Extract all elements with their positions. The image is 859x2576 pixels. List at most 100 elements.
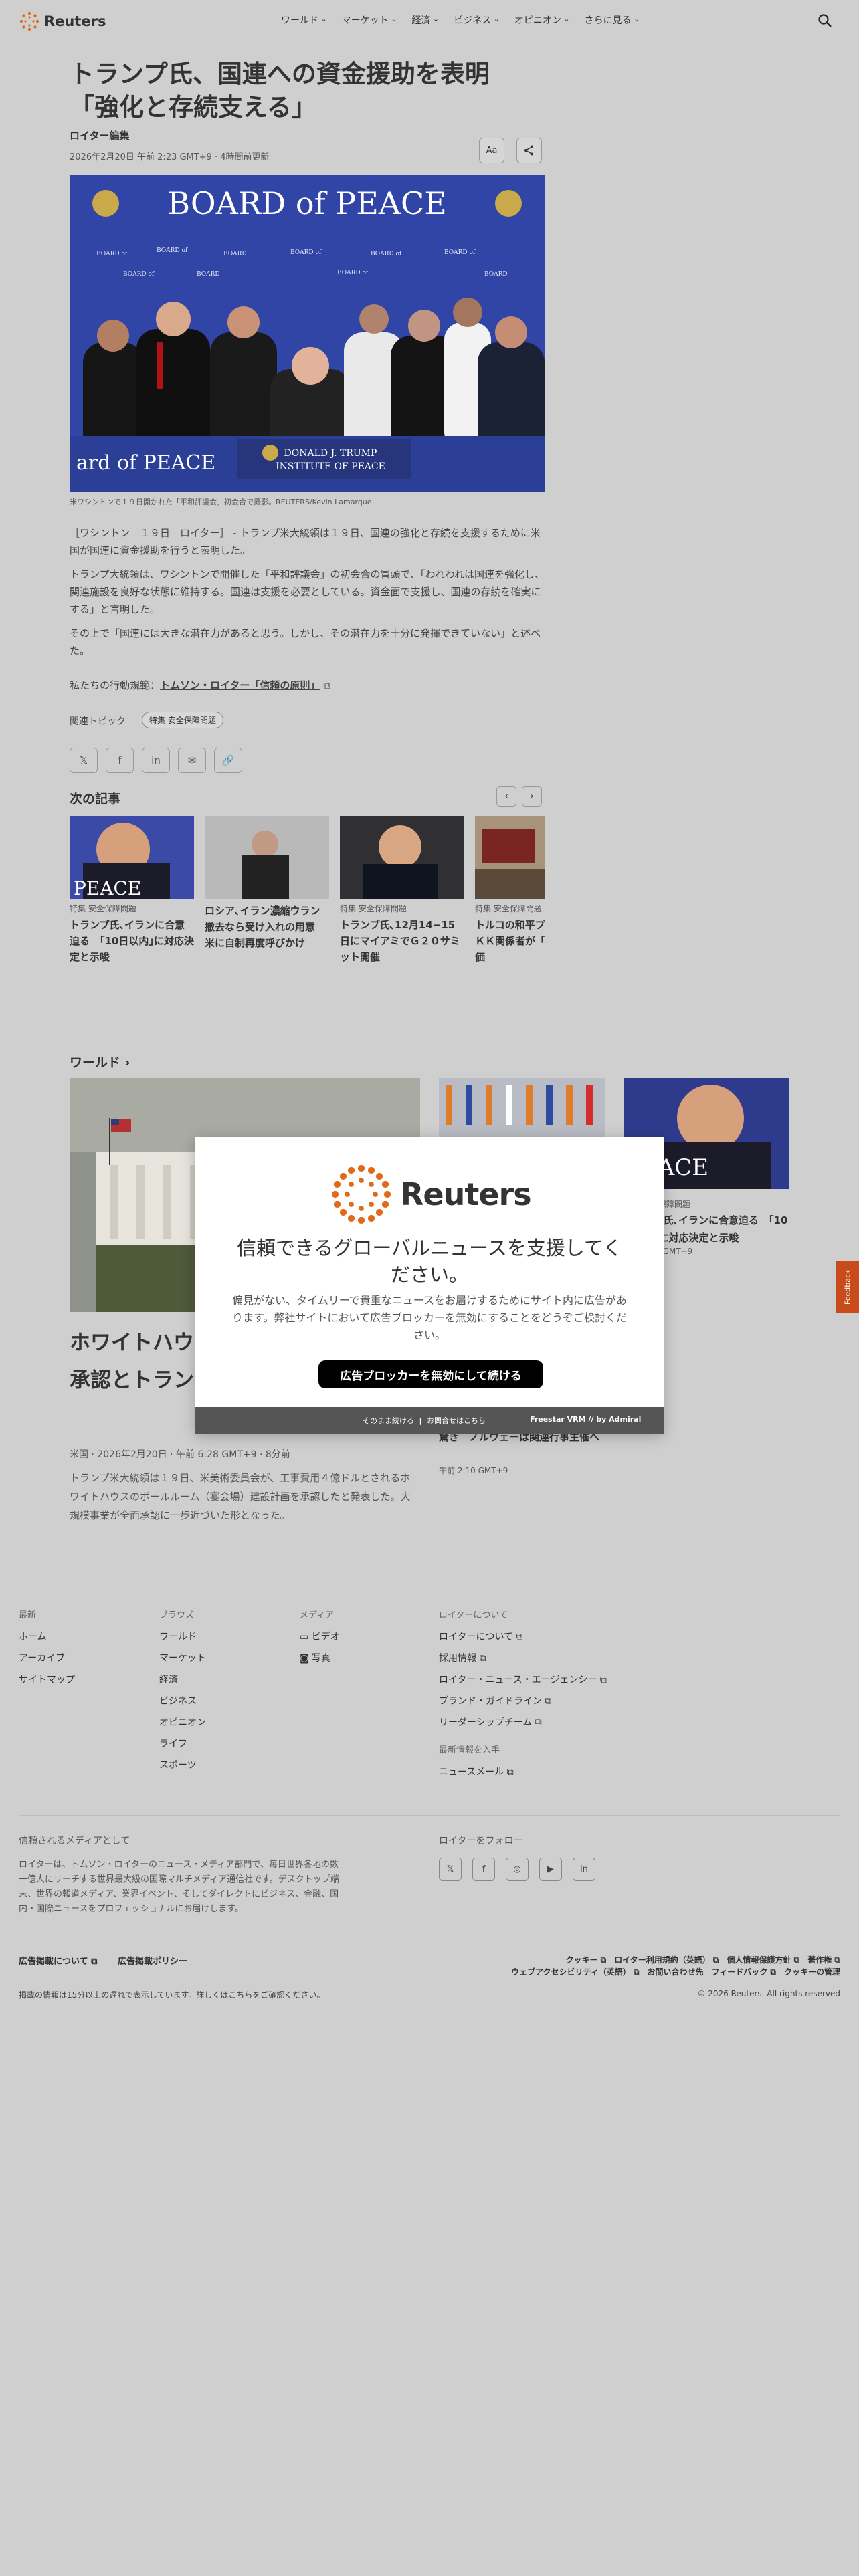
share-email-button[interactable]: ✉ — [178, 748, 206, 773]
modal-logo: Reuters — [329, 1162, 532, 1226]
card-kicker[interactable]: 特集 安全保障問題 — [475, 903, 545, 914]
footer-heading: 最新情報を入手 — [439, 1745, 500, 1755]
footer-link[interactable]: ビジネス — [159, 1691, 206, 1712]
footer-link[interactable]: オピニオン — [159, 1712, 206, 1733]
nav-markets[interactable]: マーケット — [342, 13, 397, 27]
card-title[interactable]: トルコの和平プロセス、ＰＫＫ関係者が「一歩」と評価 — [475, 917, 545, 965]
ad-info-link[interactable]: 広告掲載について ⧉ — [19, 1954, 97, 1967]
follow-youtube-button[interactable]: ▶ — [539, 1858, 562, 1881]
svg-text:BOARD: BOARD — [484, 271, 508, 278]
legal-links-row-2[interactable]: ウェブアクセシビリティ（英語） ⧉ お問い合わせ先 フィードバック ⧉ クッキー… — [511, 1966, 840, 1977]
footer-link[interactable]: リーダーシップチーム ⧉ — [439, 1712, 607, 1733]
font-size-button[interactable]: Aa — [479, 138, 504, 163]
nav-more[interactable]: さらに見る — [585, 13, 640, 27]
follow-instagram-button[interactable]: ◎ — [506, 1858, 529, 1881]
copy-link-button[interactable]: 🔗 — [214, 748, 242, 773]
search-icon[interactable] — [818, 13, 832, 28]
x-icon: 𝕏 — [79, 754, 88, 766]
share-x-button[interactable]: 𝕏 — [70, 748, 98, 773]
article-title: トランプ氏、国連への資金援助を表明 「強化と存続支える」 — [70, 60, 514, 122]
footer-link[interactable]: ニュースメール ⧉ — [439, 1761, 607, 1783]
share-icon — [524, 145, 533, 156]
main-nav: ワールド マーケット 経済 ビジネス オピニオン さらに見る — [281, 13, 640, 27]
legal-links-row-1[interactable]: クッキー ⧉ ロイター利用規約（英語） ⧉ 個人情報保護方針 ⧉ 著作権 ⧉ — [565, 1954, 840, 1965]
footer-link-label: ビデオ — [311, 1632, 340, 1642]
copyright: © 2026 Reuters. All rights reserved — [697, 1989, 840, 1998]
nav-opinion[interactable]: オピニオン — [514, 13, 570, 27]
follow-x-button[interactable]: 𝕏 — [439, 1858, 462, 1881]
follow-facebook-button[interactable]: f — [472, 1858, 495, 1881]
footer-link[interactable]: ブランド・ガイドライン ⧉ — [439, 1691, 607, 1712]
footer-link[interactable]: ホーム — [19, 1626, 75, 1648]
reuters-logo[interactable]: Reuters — [19, 9, 106, 33]
follow-linkedin-button[interactable]: in — [573, 1858, 595, 1881]
footer-link[interactable]: アーカイブ — [19, 1648, 75, 1669]
email-icon: ✉ — [187, 754, 197, 766]
next-article-card[interactable]: PEACE 特集 安全保障問題 トランプ氏､イランに合意迫る ｢10日以内｣に対… — [70, 816, 194, 965]
footer-link-label: ニュースメール — [439, 1767, 504, 1778]
modal-links: そのまま続ける | お問合せはこちら — [363, 1415, 486, 1426]
article-date: 2026年2月20日 午前 2:23 GMT+9 · 4時間前更新 — [70, 152, 270, 163]
footer-link[interactable]: サイトマップ — [19, 1669, 75, 1691]
video-icon: ▭ — [300, 1632, 309, 1642]
footer-link-video[interactable]: ▭ ビデオ — [300, 1626, 340, 1648]
nav-economy[interactable]: 経済 — [411, 13, 439, 27]
footer-link[interactable]: ロイター・ニュース・エージェンシー ⧉ — [439, 1669, 607, 1691]
article-byline[interactable]: ロイター編集 — [70, 128, 129, 142]
svg-text:BOARD of: BOARD of — [371, 251, 402, 257]
svg-text:BOARD of: BOARD of — [290, 249, 322, 256]
card-title[interactable]: トランプ氏､12月14−15日にマイアミでＧ２０サミット開催 — [340, 917, 464, 965]
footer-link[interactable]: ワールド — [159, 1626, 206, 1648]
ad-policy-link[interactable]: 広告掲載ポリシー — [118, 1954, 187, 1967]
brand-name: Reuters — [44, 13, 106, 29]
hero-photo: BOARD of BOARD of BOARD BOARD of BOARD of BO… — [70, 175, 545, 492]
hero-podium-text: ard of PEACE — [76, 451, 215, 475]
svg-text:BOARD: BOARD — [223, 251, 247, 257]
card-image — [475, 816, 545, 899]
world-section-heading[interactable]: ワールド › — [70, 1053, 130, 1071]
footer-link-label: ロイター・ニュース・エージェンシー — [439, 1675, 597, 1685]
svg-text:BOARD of: BOARD of — [444, 249, 476, 256]
share-linkedin-button[interactable]: in — [142, 748, 170, 773]
footer-about-column: ロイターについて ロイターについて ⧉ 採用情報 ⧉ ロイター・ニュース・エージ… — [439, 1608, 607, 1783]
nav-business[interactable]: ビジネス — [454, 13, 500, 27]
card-image — [340, 816, 464, 899]
footer-link[interactable]: ロイターについて ⧉ — [439, 1626, 607, 1648]
footer-link-photo[interactable]: ◙ 写真 — [300, 1648, 340, 1669]
topic-chip[interactable]: 特集 安全保障問題 — [142, 712, 223, 728]
modal-body: 偏見がない、タイムリーで貴重なニュースをお届けするためにサイト内に広告があります… — [231, 1294, 628, 1341]
footer-link[interactable]: スポーツ — [159, 1755, 206, 1776]
footer-latest-column: 最新 ホーム アーカイブ サイトマップ — [19, 1608, 75, 1691]
svg-text:DONALD J. TRUMP: DONALD J. TRUMP — [284, 448, 377, 459]
next-article-card[interactable]: 特集 安全保障問題 トルコの和平プロセス、ＰＫＫ関係者が「一歩」と評価 — [475, 816, 545, 965]
footer-link[interactable]: ライフ — [159, 1733, 206, 1755]
facebook-icon: f — [482, 1864, 486, 1874]
trust-principles-link[interactable]: トムソン・ロイター「信頼の原則」 — [160, 679, 320, 691]
share-facebook-button[interactable]: f — [106, 748, 134, 773]
carousel-prev-button[interactable]: ‹ — [496, 786, 516, 807]
contact-link[interactable]: お問合せはこちら — [427, 1416, 486, 1425]
admiral-brand[interactable]: Freestar VRM // by Admiral — [530, 1415, 641, 1424]
next-article-card[interactable]: 特集 安全保障問題 トランプ氏､12月14−15日にマイアミでＧ２０サミット開催 — [340, 816, 464, 965]
footer-media-column: メディア ▭ ビデオ ◙ 写真 — [300, 1608, 340, 1669]
carousel-next-button[interactable]: › — [522, 786, 542, 807]
footer-link[interactable]: 採用情報 ⧉ — [439, 1648, 607, 1669]
trust-principles: 私たちの行動規範：トムソン・ロイター「信頼の原則」 ⧉ — [70, 678, 330, 692]
disable-adblock-button[interactable]: 広告ブロッカーを無効にして続ける — [318, 1360, 543, 1388]
footer-heading: ブラウズ — [159, 1610, 195, 1620]
paragraph-3: その上で「国連には大きな潜在力があると思う。しかし、その潜在力を十分に発揮できて… — [70, 627, 541, 657]
card-title[interactable]: トランプ氏､イランに合意迫る ｢10日以内｣に対応決定と示唆 — [70, 917, 194, 965]
camera-icon: ◙ — [300, 1653, 309, 1664]
footer-link[interactable]: 経済 — [159, 1669, 206, 1691]
nav-world[interactable]: ワールド — [281, 13, 327, 27]
instagram-icon: ◎ — [513, 1864, 521, 1874]
card-kicker[interactable]: 特集 安全保障問題 — [70, 903, 194, 914]
card-title[interactable]: ロシア､イラン濃縮ウラン撤去なら受け入れの用意 米に自制再度呼びかけ — [205, 903, 329, 951]
world-main-description: トランプ米大統領は１９日、米美術委員会が、工事費用４億ドルとされるホワイトハウス… — [70, 1472, 411, 1521]
footer-link[interactable]: マーケット — [159, 1648, 206, 1669]
share-button[interactable] — [516, 138, 542, 163]
feedback-tab[interactable]: Feedback — [836, 1261, 859, 1313]
continue-link[interactable]: そのまま続ける — [363, 1416, 414, 1425]
card-kicker[interactable]: 特集 安全保障問題 — [340, 903, 464, 914]
next-article-card[interactable]: ロシア､イラン濃縮ウラン撤去なら受け入れの用意 米に自制再度呼びかけ — [205, 816, 329, 951]
